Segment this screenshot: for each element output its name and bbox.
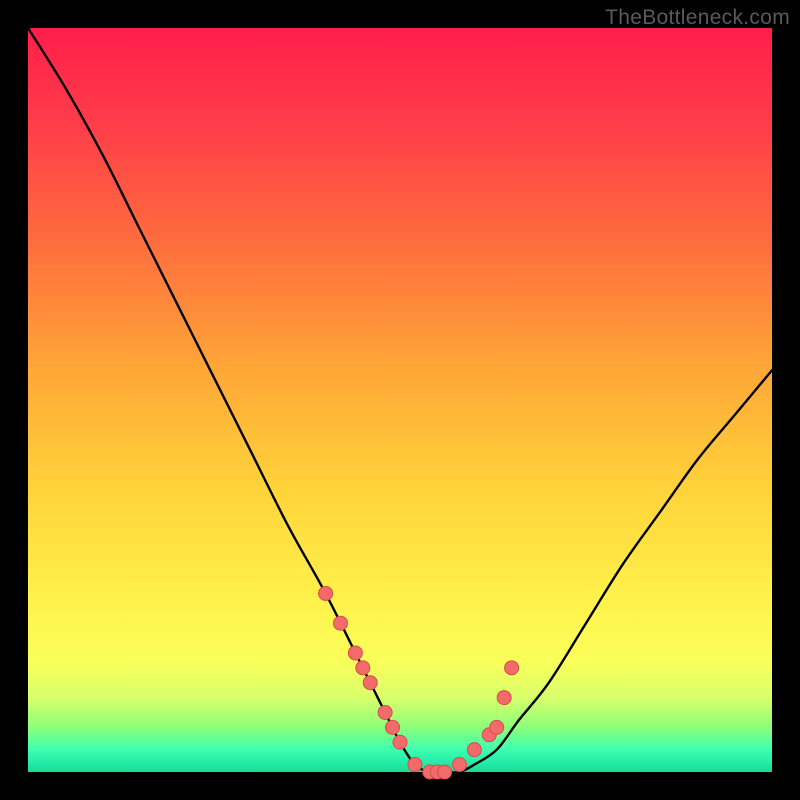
plot-gradient-area bbox=[28, 28, 772, 772]
data-dot bbox=[356, 661, 370, 675]
data-dot bbox=[319, 586, 333, 600]
data-dot bbox=[497, 691, 511, 705]
data-dot bbox=[348, 646, 362, 660]
data-dot bbox=[453, 758, 467, 772]
data-dot bbox=[490, 720, 504, 734]
data-dot bbox=[333, 616, 347, 630]
watermark-text: TheBottleneck.com bbox=[605, 6, 790, 30]
chart-frame: TheBottleneck.com bbox=[0, 0, 800, 800]
data-dot bbox=[438, 765, 452, 779]
curve-line bbox=[28, 28, 772, 773]
data-dot bbox=[363, 676, 377, 690]
data-dot bbox=[408, 758, 422, 772]
dots-group bbox=[319, 586, 519, 779]
data-dot bbox=[378, 705, 392, 719]
data-dot bbox=[393, 735, 407, 749]
data-dot bbox=[386, 720, 400, 734]
data-dot bbox=[505, 661, 519, 675]
data-dot bbox=[467, 743, 481, 757]
chart-svg bbox=[28, 28, 772, 772]
